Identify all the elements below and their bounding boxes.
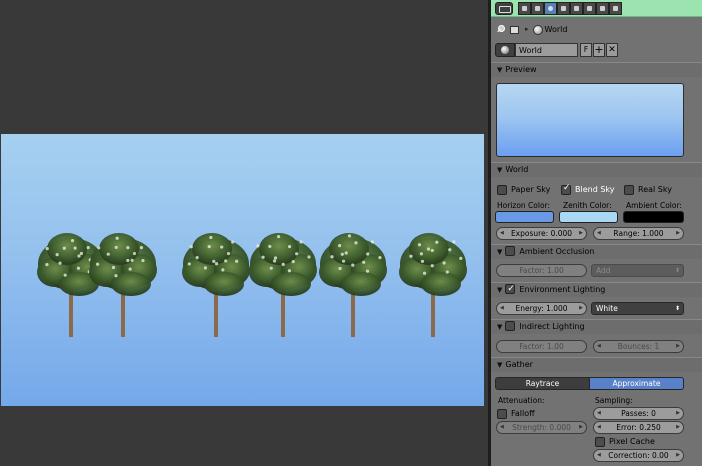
tree [182, 233, 250, 337]
strength-field[interactable]: Strength: 0.000 [496, 421, 587, 434]
real-sky-checkbox[interactable]: Real Sky [624, 184, 672, 195]
collapse-triangle-icon: ▼ [497, 66, 503, 74]
gather-panel-header[interactable]: ▼ Gather [491, 357, 702, 372]
paper-sky-checkbox[interactable]: Paper Sky [497, 184, 550, 195]
world-name-field[interactable]: World [515, 43, 578, 57]
ao-factor-field[interactable]: Factor: 1.00 [496, 264, 587, 277]
environment-color-value: White [596, 304, 618, 313]
environment-lighting-toggle[interactable] [505, 282, 516, 296]
ao-blend-dropdown[interactable]: Add ⬍ [591, 264, 684, 277]
updown-arrow-icon: ⬍ [674, 267, 680, 274]
paper-sky-label: Paper Sky [511, 185, 551, 194]
pixel-cache-checkbox[interactable]: Pixel Cache [595, 436, 655, 447]
checkbox-box [624, 184, 634, 195]
preview-title: Preview [505, 65, 537, 74]
breadcrumb: ▸ World [496, 23, 567, 35]
render-result [1, 134, 484, 406]
passes-field[interactable]: Passes: 0 [593, 407, 684, 420]
gather-title: Gather [505, 360, 533, 369]
fake-user-button[interactable]: F [580, 43, 592, 57]
world-datablock-selector: World F + ✕ [495, 43, 698, 57]
modifiers-tab[interactable] [583, 2, 596, 15]
scene-tab[interactable] [531, 2, 544, 15]
world-browse-icon[interactable] [495, 43, 515, 57]
world-tab[interactable] [544, 2, 557, 15]
context-tabs [518, 2, 622, 15]
indirect-lighting-title: Indirect Lighting [519, 322, 585, 331]
chevron-right-icon: ▸ [525, 25, 529, 33]
world-icon [532, 24, 543, 35]
ambient-occlusion-panel-header[interactable]: ▼ Ambient Occlusion [491, 244, 702, 259]
material-tab[interactable] [596, 2, 609, 15]
energy-field[interactable]: Energy: 1.000 [496, 302, 587, 315]
add-world-button[interactable]: + [593, 43, 605, 57]
environment-lighting-title: Environment Lighting [519, 285, 606, 294]
sampling-label: Sampling: [595, 396, 633, 405]
zenith-color-label: Zenith Color: [563, 201, 612, 210]
checkbox-box [561, 183, 571, 195]
zenith-color-swatch[interactable] [559, 211, 618, 223]
constraints-tab[interactable] [570, 2, 583, 15]
image-viewport[interactable] [0, 0, 488, 466]
pixel-cache-label: Pixel Cache [609, 437, 655, 446]
horizon-color-label: Horizon Color: [497, 201, 551, 210]
breadcrumb-world-label: World [544, 24, 568, 34]
environment-lighting-panel-header[interactable]: ▼ Environment Lighting [491, 282, 702, 297]
texture-tab[interactable] [609, 2, 622, 15]
bounces-field[interactable]: Bounces: 1 [593, 340, 684, 353]
collapse-triangle-icon: ▼ [497, 323, 503, 331]
indirect-lighting-toggle[interactable] [505, 321, 516, 331]
horizon-color-swatch[interactable] [495, 211, 554, 223]
falloff-checkbox[interactable]: Falloff [497, 408, 535, 419]
tree [399, 233, 467, 337]
world-preview [496, 83, 684, 157]
pin-icon[interactable] [496, 24, 506, 34]
exposure-field[interactable]: Exposure: 0.000 [496, 227, 587, 240]
blend-sky-label: Blend Sky [575, 185, 615, 194]
ambient-color-label: Ambient Color: [626, 201, 682, 210]
render-tab[interactable] [518, 2, 531, 15]
preview-panel-header[interactable]: ▼ Preview [491, 62, 702, 77]
falloff-label: Falloff [511, 409, 535, 418]
real-sky-label: Real Sky [638, 185, 672, 194]
environment-color-dropdown[interactable]: White ⬍ [591, 302, 684, 315]
checkbox-box [497, 184, 507, 195]
rendered-trees [37, 233, 467, 337]
checkbox-box [497, 408, 507, 419]
ambient-occlusion-toggle[interactable] [505, 246, 516, 256]
approximate-button[interactable]: Approximate [589, 377, 684, 390]
collapse-triangle-icon: ▼ [497, 166, 503, 174]
tree [89, 233, 157, 337]
ambient-color-swatch[interactable] [623, 211, 684, 223]
tree [249, 233, 317, 337]
ao-blend-value: Add [596, 266, 611, 275]
correction-field[interactable]: Correction: 0.00 [593, 449, 684, 462]
error-field[interactable]: Error: 0.250 [593, 421, 684, 434]
indirect-factor-field[interactable]: Factor: 1.00 [496, 340, 587, 353]
properties-header [491, 0, 702, 17]
raytrace-button[interactable]: Raytrace [495, 377, 590, 390]
editor-type-icon[interactable] [495, 2, 513, 15]
scene-icon [509, 24, 519, 34]
collapse-triangle-icon: ▼ [497, 286, 503, 294]
tree [37, 233, 105, 337]
attenuation-label: Attenuation: [498, 396, 545, 405]
object-tab[interactable] [557, 2, 570, 15]
blend-sky-checkbox[interactable]: Blend Sky [561, 183, 615, 195]
collapse-triangle-icon: ▼ [497, 361, 503, 369]
unlink-world-button[interactable]: ✕ [606, 43, 618, 57]
range-field[interactable]: Range: 1.000 [593, 227, 684, 240]
checkbox-box [595, 436, 605, 447]
ambient-occlusion-title: Ambient Occlusion [519, 247, 595, 256]
world-title: World [505, 165, 529, 174]
tree [319, 233, 387, 337]
properties-editor: ▸ World World F + ✕ ▼ Preview ▼ World Pape… [491, 0, 702, 466]
collapse-triangle-icon: ▼ [497, 248, 503, 256]
indirect-lighting-panel-header[interactable]: ▼ Indirect Lighting [491, 319, 702, 334]
world-panel-header[interactable]: ▼ World [491, 162, 702, 177]
updown-arrow-icon: ⬍ [674, 305, 680, 312]
